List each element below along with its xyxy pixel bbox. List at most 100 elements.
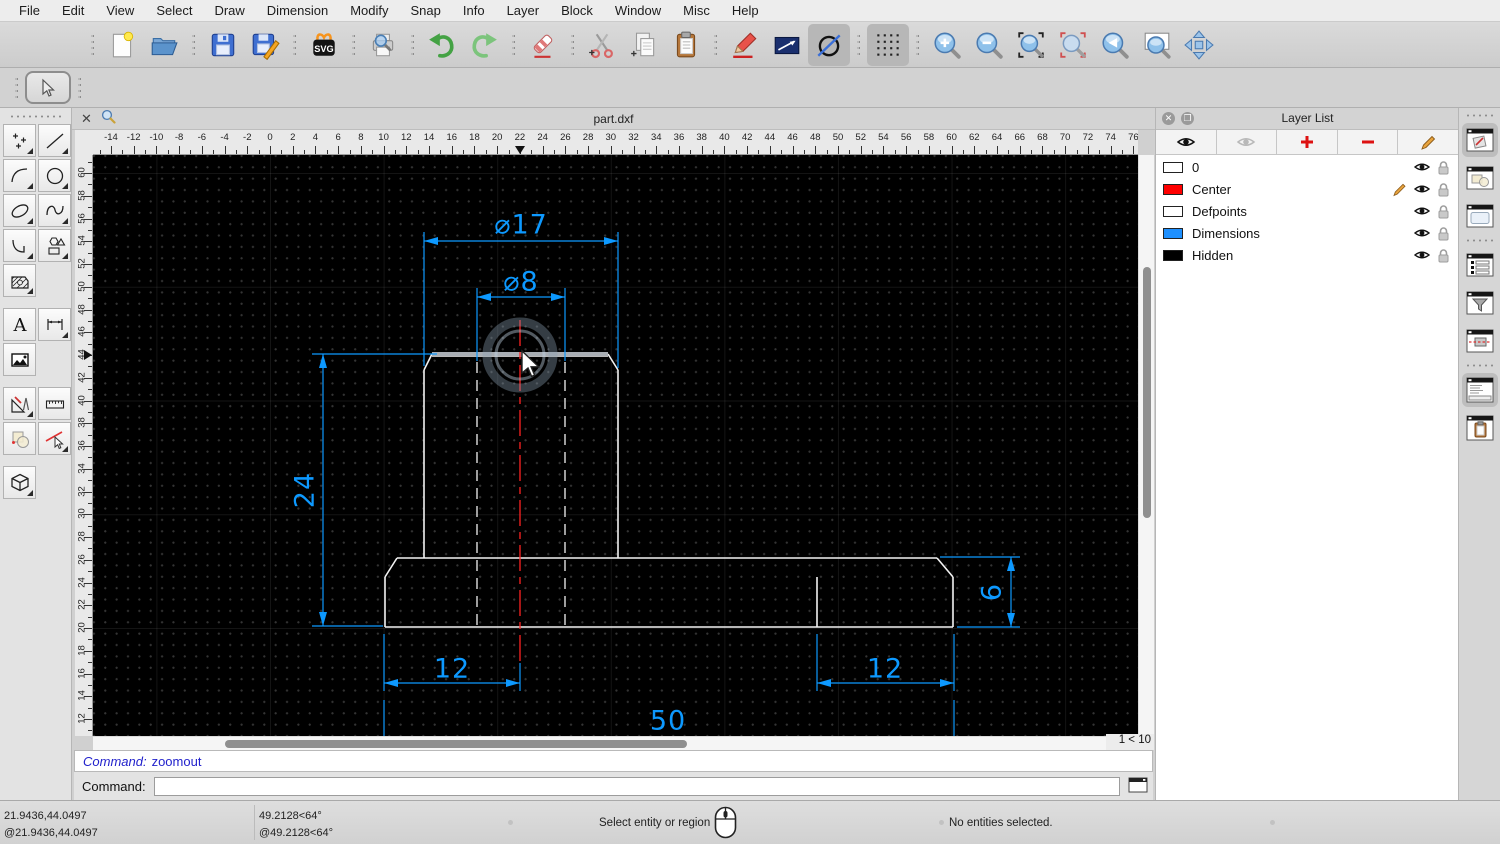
vertical-scrollbar[interactable] <box>1138 155 1154 736</box>
menu-select[interactable]: Select <box>145 3 203 18</box>
layer-color-swatch[interactable] <box>1163 205 1183 217</box>
export-svg-button[interactable]: SVG <box>303 24 345 66</box>
open-file-button[interactable] <box>143 24 185 66</box>
command-panel-button[interactable] <box>1461 373 1498 407</box>
print-preview-button[interactable] <box>362 24 404 66</box>
dock-drag-handle[interactable] <box>1464 114 1495 117</box>
layer-visible-icon[interactable] <box>1414 205 1430 217</box>
cut-button[interactable] <box>581 24 623 66</box>
layer-row-hidden[interactable]: Hidden <box>1156 245 1458 265</box>
horizontal-scrollbar-thumb[interactable] <box>225 740 687 748</box>
menu-misc[interactable]: Misc <box>672 3 721 18</box>
toolbar-drag-handle[interactable] <box>91 30 94 59</box>
images-tool[interactable] <box>3 343 36 376</box>
delete-button[interactable] <box>522 24 564 66</box>
layer-name[interactable]: 0 <box>1192 160 1407 175</box>
hide-all-layers-button[interactable] <box>1217 130 1278 154</box>
menu-block[interactable]: Block <box>550 3 604 18</box>
blocks-panel-button[interactable] <box>1462 161 1498 195</box>
zoom-in-button[interactable] <box>926 24 968 66</box>
dimension-label[interactable]: ⌀8 <box>503 267 538 298</box>
dimension-label[interactable]: 50 <box>650 706 686 737</box>
layer-row-defpoints[interactable]: Defpoints <box>1156 201 1458 221</box>
vertical-scrollbar-thumb[interactable] <box>1143 267 1151 518</box>
layer-lock-icon[interactable] <box>1437 248 1450 263</box>
edit-layer-button[interactable] <box>1398 130 1458 154</box>
drawing-canvas[interactable]: ⌀17 ⌀8 24 6 12 12 50 <box>93 155 1138 737</box>
layer-visible-icon[interactable] <box>1414 249 1430 261</box>
lines-tool[interactable] <box>38 124 71 157</box>
menu-layer[interactable]: Layer <box>496 3 551 18</box>
add-layer-button[interactable] <box>1277 130 1338 154</box>
layer-name[interactable]: Defpoints <box>1192 204 1407 219</box>
polylines-tool[interactable] <box>3 229 36 262</box>
toolbar-drag-handle[interactable] <box>15 73 18 102</box>
circles-tool[interactable] <box>38 159 71 192</box>
layer-row-center[interactable]: Center <box>1156 179 1458 199</box>
modify-tool[interactable] <box>3 422 36 455</box>
show-all-layers-button[interactable] <box>1156 130 1217 154</box>
undo-button[interactable] <box>421 24 463 66</box>
layer-color-swatch[interactable] <box>1163 161 1183 173</box>
dimension-label[interactable]: 12 <box>867 654 903 685</box>
command-window-toggle-button[interactable] <box>1128 777 1148 796</box>
texts-tool[interactable]: A <box>3 308 36 341</box>
modify-trim-tool[interactable] <box>38 422 71 455</box>
dimensions-tool[interactable] <box>38 308 71 341</box>
command-input[interactable] <box>153 776 1120 796</box>
menu-dimension[interactable]: Dimension <box>256 3 339 18</box>
layer-name[interactable]: Dimensions <box>1192 226 1407 241</box>
splines-tool[interactable] <box>38 194 71 227</box>
dimension-label[interactable]: 6 <box>977 583 1008 601</box>
copy-button[interactable] <box>623 24 665 66</box>
menu-modify[interactable]: Modify <box>339 3 399 18</box>
layer-color-swatch[interactable] <box>1163 227 1183 239</box>
menu-draw[interactable]: Draw <box>203 3 255 18</box>
layer-name[interactable]: Hidden <box>1192 248 1407 263</box>
dimension-label[interactable]: 24 <box>290 472 321 508</box>
shapes-tool[interactable] <box>38 229 71 262</box>
points-tool[interactable] <box>3 124 36 157</box>
paste-button[interactable] <box>665 24 707 66</box>
inspection-panel-button[interactable] <box>1462 324 1498 358</box>
horizontal-scrollbar[interactable] <box>93 736 1110 750</box>
palette-drag-handle[interactable] <box>8 115 63 118</box>
zoom-out-button[interactable] <box>968 24 1010 66</box>
grid-toggle-button[interactable] <box>867 23 909 66</box>
list-panel-button[interactable] <box>1462 248 1498 282</box>
layer-lock-icon[interactable] <box>1437 160 1450 175</box>
new-file-button[interactable] <box>101 24 143 66</box>
layer-lock-icon[interactable] <box>1437 226 1450 241</box>
entity-attributes-button[interactable] <box>808 23 850 66</box>
redo-button[interactable] <box>463 24 505 66</box>
menu-info[interactable]: Info <box>452 3 496 18</box>
properties-panel-button[interactable] <box>1461 123 1498 157</box>
arcs-tool[interactable] <box>3 159 36 192</box>
pen-attributes-button[interactable] <box>724 24 766 66</box>
zoom-window-button[interactable] <box>1136 24 1178 66</box>
part-outline-line[interactable] <box>607 353 619 371</box>
auto-zoom-button[interactable] <box>1010 24 1052 66</box>
measurement-tool[interactable] <box>38 387 71 420</box>
selection-pointer-button[interactable] <box>25 71 71 104</box>
layer-name[interactable]: Center <box>1192 182 1385 197</box>
menu-window[interactable]: Window <box>604 3 672 18</box>
dimension-label[interactable]: ⌀17 <box>494 210 548 241</box>
layer-lock-icon[interactable] <box>1437 204 1450 219</box>
menu-edit[interactable]: Edit <box>51 3 95 18</box>
layer-color-swatch[interactable] <box>1163 183 1183 195</box>
pan-zoom-button[interactable] <box>1178 24 1220 66</box>
layer-visible-icon[interactable] <box>1414 227 1430 239</box>
dimension-label[interactable]: 12 <box>434 654 470 685</box>
line-attributes-button[interactable] <box>766 24 808 66</box>
part-outline-line[interactable] <box>384 557 398 578</box>
menu-help[interactable]: Help <box>721 3 770 18</box>
menu-file[interactable]: File <box>8 3 51 18</box>
save-button[interactable] <box>202 24 244 66</box>
drawing-view[interactable]: ⌀17 ⌀8 24 6 12 12 50 <box>93 155 1138 737</box>
part-outline-line[interactable] <box>936 557 954 578</box>
part-outline-line[interactable] <box>423 353 433 371</box>
draft-tools-tool[interactable] <box>3 387 36 420</box>
menu-view[interactable]: View <box>95 3 145 18</box>
layer-row-0[interactable]: 0 <box>1156 157 1458 177</box>
